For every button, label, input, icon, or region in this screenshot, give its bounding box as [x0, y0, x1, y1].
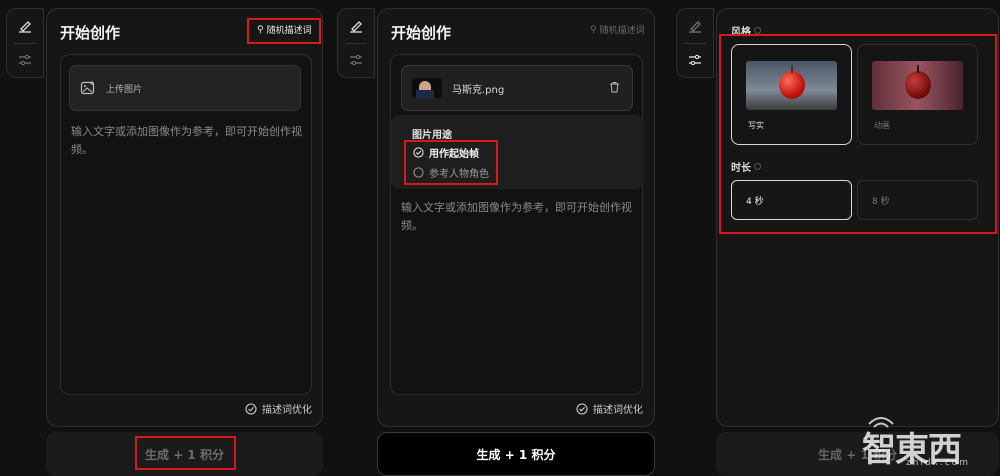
sidebar-rail-3 — [676, 8, 714, 78]
file-name: 马斯克.png — [452, 84, 505, 96]
screen: { "panel1": { "title": "开始创作", "random_p… — [0, 0, 1000, 476]
prompt-input[interactable]: 输入文字或添加图像作为参考，即可开始创作视频。 — [71, 123, 303, 159]
settings-tab[interactable] — [338, 43, 374, 77]
random-prompt-button[interactable]: ⚲ 随机描述词 — [590, 23, 645, 37]
sidebar-rail-2 — [337, 8, 375, 78]
uploaded-file-row: 马斯克.png — [401, 65, 633, 111]
settings-tab[interactable] — [677, 43, 713, 77]
file-thumbnail — [412, 78, 442, 98]
highlight-box — [135, 436, 236, 470]
usage-title: 图片用途 — [412, 130, 452, 141]
highlight-box — [247, 18, 321, 44]
prompt-area: 马斯克.png 图片用途 用作起始帧 参考人物角色 输入文字或添加图像作为参考，… — [390, 54, 644, 395]
optimize-prompt-toggle[interactable]: 描述词优化 — [245, 401, 312, 416]
prompt-area: 上传图片 输入文字或添加图像作为参考，即可开始创作视频。 — [60, 54, 312, 395]
create-tab[interactable] — [7, 9, 43, 43]
info-icon — [754, 27, 761, 34]
page-title: 开始创作 — [60, 24, 121, 42]
sliders-icon — [350, 55, 362, 66]
generate-button[interactable]: 生成 + 1 积分 — [377, 432, 655, 476]
sidebar-rail-1 — [6, 8, 44, 78]
pen-icon — [350, 20, 362, 33]
highlight-box — [719, 34, 997, 234]
prompt-input[interactable]: 输入文字或添加图像作为参考，即可开始创作视频。 — [401, 199, 633, 235]
page-title: 开始创作 — [391, 24, 452, 42]
pen-icon — [689, 20, 701, 33]
trash-icon[interactable] — [609, 81, 620, 96]
wand-icon: ⚲ — [590, 24, 597, 35]
sliders-icon — [19, 55, 31, 66]
check-circle-icon — [576, 402, 588, 415]
check-circle-icon — [245, 402, 257, 415]
create-tab[interactable] — [677, 9, 713, 43]
watermark-logo: 智東西 zhidx.com — [862, 414, 994, 472]
upload-image-button[interactable]: 上传图片 — [69, 65, 301, 111]
highlight-box — [404, 140, 498, 185]
create-tab[interactable] — [338, 9, 374, 43]
create-panel-2: 开始创作 ⚲ 随机描述词 马斯克.png 图片用途 用作起始帧 参考人物角色 输… — [377, 8, 655, 427]
settings-tab[interactable] — [7, 43, 43, 77]
optimize-prompt-toggle[interactable]: 描述词优化 — [576, 401, 643, 416]
pen-icon — [19, 20, 31, 33]
image-add-icon — [80, 81, 95, 95]
sliders-icon — [689, 55, 701, 66]
create-panel-1: 开始创作 ⚲ 随机描述词 上传图片 输入文字或添加图像作为参考，即可开始创作视频。… — [46, 8, 323, 427]
